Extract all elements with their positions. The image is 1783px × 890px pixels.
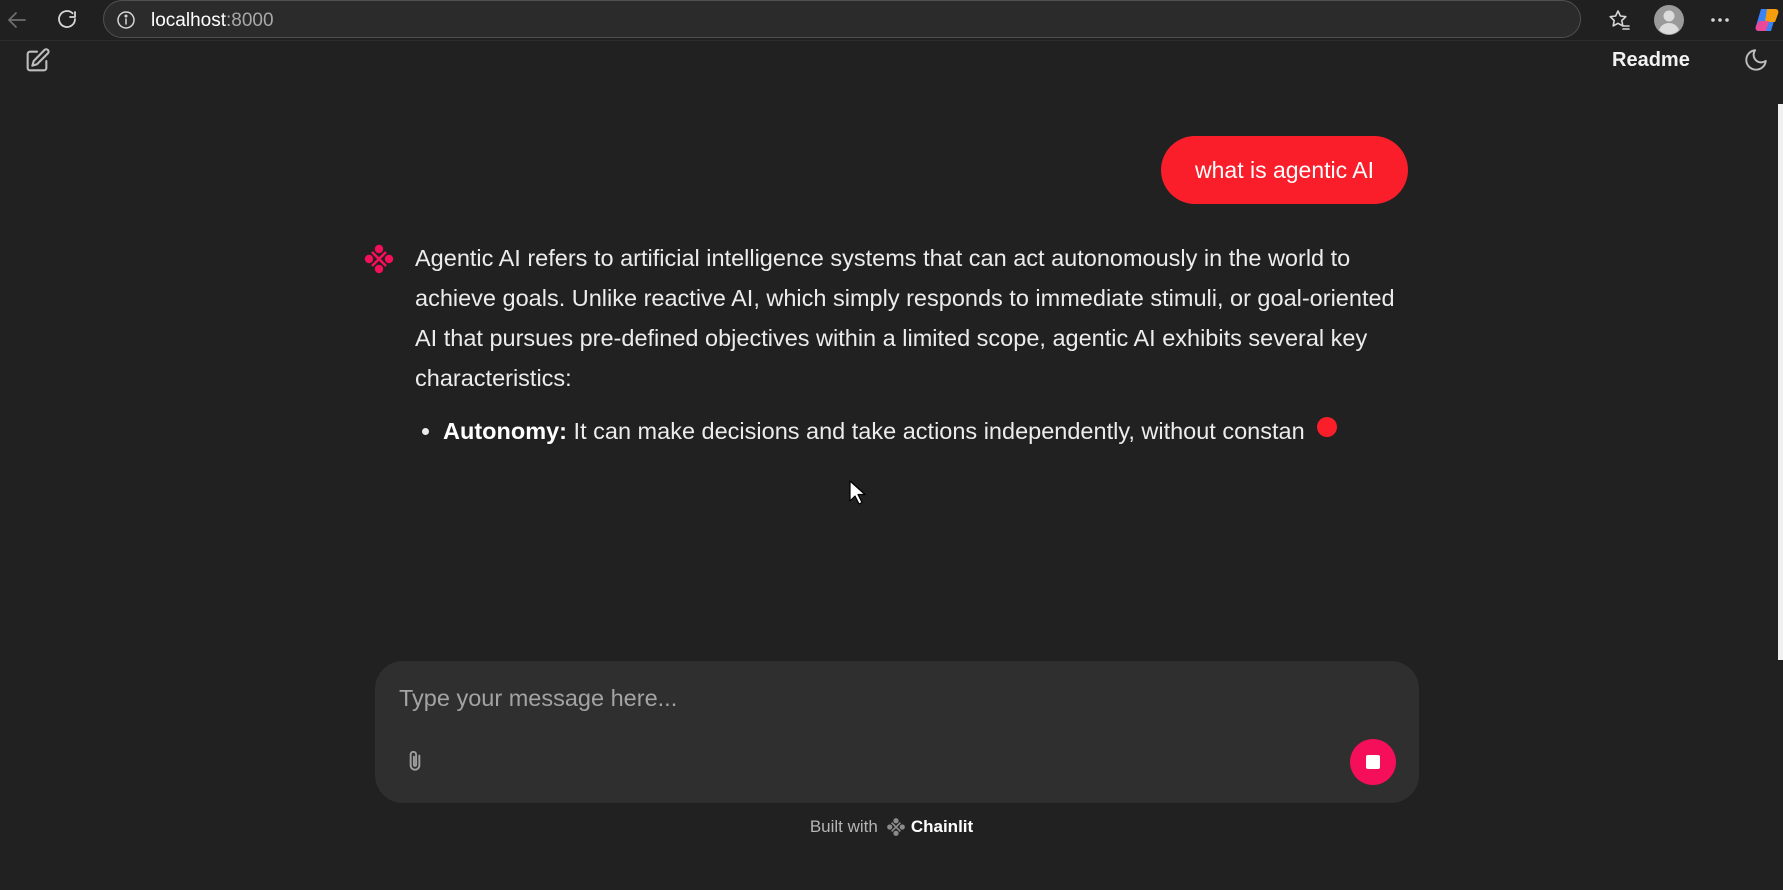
built-with-text: Built with: [809, 817, 878, 836]
reload-button[interactable]: [52, 6, 82, 34]
streaming-indicator: [1316, 417, 1337, 437]
readme-link[interactable]: Readme: [1612, 49, 1690, 72]
back-button[interactable]: [2, 6, 32, 34]
message-input[interactable]: [397, 675, 1381, 721]
stop-icon: [1366, 755, 1380, 769]
message-composer: [375, 661, 1419, 803]
url-text: localhost:8000: [151, 10, 274, 32]
more-options-button[interactable]: [1703, 4, 1737, 36]
attach-file-button[interactable]: [399, 743, 431, 779]
assistant-message: Agentic AI refers to artificial intellig…: [415, 238, 1415, 398]
chainlit-footer-icon: [886, 817, 906, 837]
copilot-icon: [1755, 9, 1779, 31]
chainlit-logo-icon: [364, 244, 394, 274]
assistant-paragraph: Agentic AI refers to artificial intellig…: [415, 245, 1395, 391]
mouse-pointer-icon: [849, 480, 866, 505]
url-port: :8000: [226, 10, 274, 31]
info-icon[interactable]: [116, 10, 136, 30]
favorites-button[interactable]: [1602, 4, 1636, 36]
theme-toggle-button[interactable]: [1740, 44, 1772, 76]
bullet-term: Autonomy:: [443, 418, 568, 444]
chainlit-brand-link[interactable]: Chainlit: [911, 817, 973, 837]
star-icon: [1609, 10, 1630, 30]
user-avatar-icon: [1654, 5, 1684, 35]
edit-square-icon: [26, 48, 50, 72]
bullet-text: It can make decisions and take actions i…: [567, 418, 1305, 444]
scrollbar[interactable]: [1778, 104, 1783, 660]
user-message: what is agentic AI: [1161, 136, 1408, 204]
url-host: localhost: [151, 10, 226, 31]
assistant-bullet-list: Autonomy: It can make decisions and take…: [415, 411, 1337, 451]
copilot-button[interactable]: [1753, 4, 1783, 36]
more-horizontal-icon: [1711, 18, 1729, 22]
arrow-left-icon: [8, 12, 26, 28]
profile-button[interactable]: [1651, 4, 1687, 36]
browser-toolbar: localhost:8000: [0, 0, 1783, 41]
address-bar[interactable]: localhost:8000: [103, 0, 1581, 38]
user-message-text: what is agentic AI: [1195, 156, 1374, 183]
new-chat-button[interactable]: [20, 45, 54, 77]
moon-icon: [1745, 49, 1767, 71]
footer: Built with Chainlit: [0, 815, 1783, 839]
list-item: Autonomy: It can make decisions and take…: [443, 411, 1337, 451]
stop-button[interactable]: [1350, 739, 1396, 785]
reload-icon: [58, 10, 76, 28]
paperclip-icon: [409, 750, 421, 771]
